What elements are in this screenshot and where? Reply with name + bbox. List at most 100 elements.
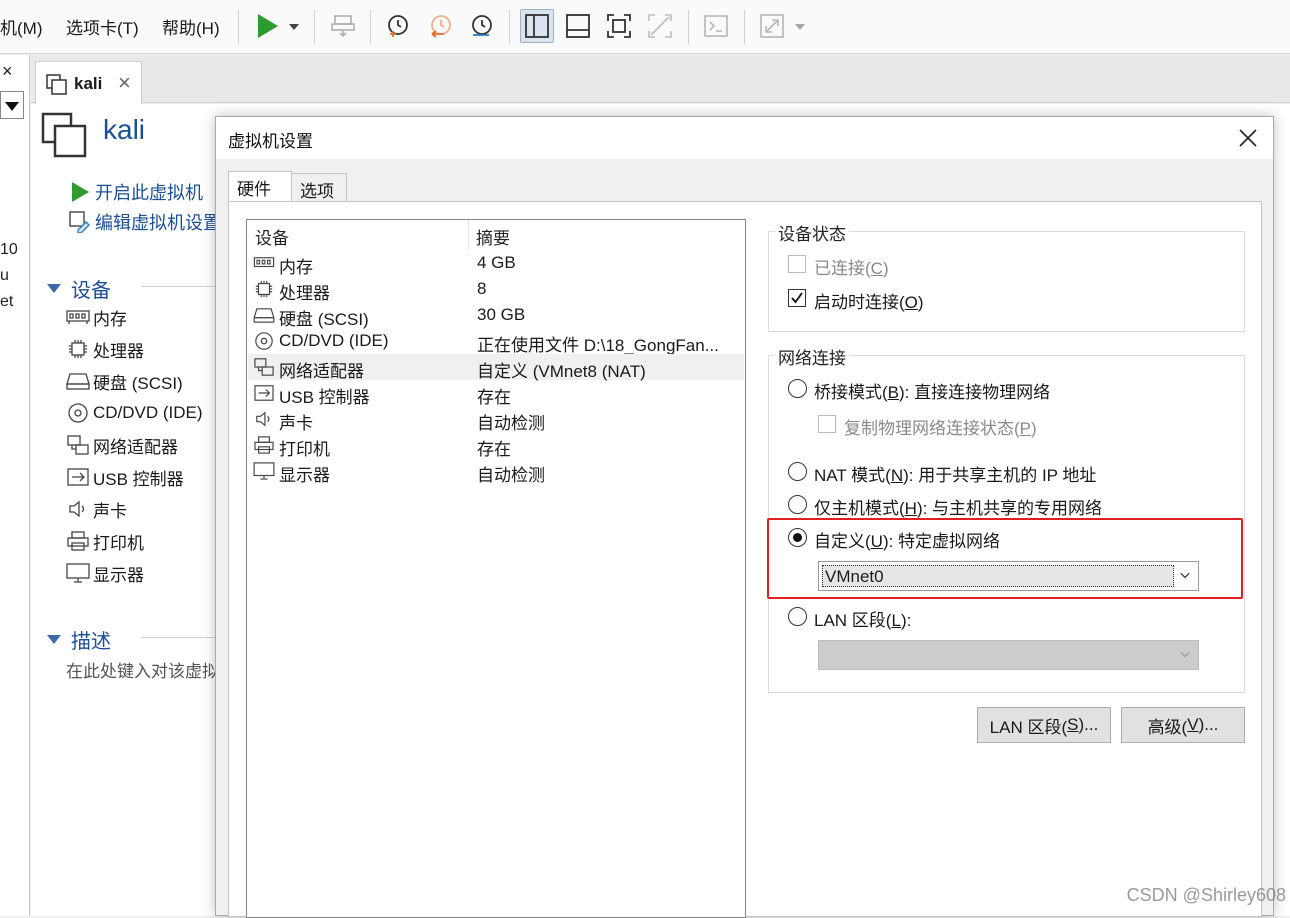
toolbar-separator	[314, 10, 315, 44]
play-icon[interactable]	[250, 9, 284, 43]
processor-icon	[255, 280, 273, 298]
device-item-processor[interactable]: 处理器	[65, 336, 144, 362]
snapshot-revert-icon[interactable]	[424, 9, 458, 43]
power-on-link[interactable]: 开启此虚拟机	[69, 179, 203, 205]
toolbar-separator	[509, 10, 510, 44]
play-dropdown-icon[interactable]	[289, 24, 299, 30]
view-library-icon[interactable]	[520, 9, 554, 43]
menu-vm[interactable]: 机(M)	[0, 14, 42, 39]
device-summary: 存在	[477, 440, 511, 459]
table-row[interactable]: 硬盘 (SCSI) 30 GB	[248, 302, 744, 329]
library-close-icon[interactable]: ×	[2, 61, 13, 82]
column-header-summary[interactable]: 摘要	[476, 224, 510, 249]
description-section-header[interactable]: 描述	[47, 625, 111, 654]
advanced-button[interactable]: 高级(V)...	[1121, 707, 1245, 743]
device-item-memory[interactable]: 内存	[65, 304, 127, 330]
memory-icon	[253, 257, 275, 268]
close-icon[interactable]	[1237, 127, 1259, 149]
library-dropdown[interactable]	[0, 91, 24, 119]
device-name: 内存	[279, 258, 313, 277]
tab-options-label: 选项	[300, 182, 334, 201]
menu-help[interactable]: 帮助(H)	[162, 14, 220, 39]
printer-icon	[67, 531, 89, 551]
dialog-title-bar: 虚拟机设置	[216, 117, 1273, 159]
collapse-icon	[47, 635, 61, 644]
devices-section-header[interactable]: 设备	[47, 274, 111, 303]
speaker-icon	[69, 500, 85, 518]
column-header-device[interactable]: 设备	[255, 224, 289, 249]
table-row[interactable]: USB 控制器 存在	[248, 380, 744, 407]
device-item-network-adapter[interactable]: 网络适配器	[65, 432, 178, 458]
lan-segment-select[interactable]	[818, 640, 1199, 670]
table-row[interactable]: 处理器 8	[248, 276, 744, 303]
device-item-cd-dvd[interactable]: CD/DVD (IDE)	[65, 400, 203, 426]
lan-segments-button[interactable]: LAN 区段(S)...	[977, 707, 1111, 743]
column-divider[interactable]	[468, 220, 469, 250]
view-thumbnail-icon[interactable]	[561, 9, 595, 43]
toolbar-separator	[238, 10, 239, 44]
connect-at-power-on-checkbox[interactable]	[788, 289, 806, 307]
memory-icon	[66, 310, 90, 324]
chevron-down-icon	[1180, 651, 1190, 658]
hard-disk-icon	[66, 373, 90, 390]
library-item-text: 10	[0, 241, 18, 258]
device-list[interactable]: 设备 摘要 内存 4 GB 处理器 8 硬盘 (SCSI) 30 GB CD/D…	[246, 219, 746, 918]
console-icon[interactable]	[699, 9, 733, 43]
network-connection-title: 网络连接	[775, 344, 849, 369]
table-row[interactable]: 内存 4 GB	[248, 250, 744, 277]
collapse-icon	[47, 284, 61, 293]
vm-icon	[46, 74, 67, 95]
connected-label: 已连接(C)	[814, 259, 889, 278]
device-item-hard-disk[interactable]: 硬盘 (SCSI)	[65, 368, 183, 394]
nat-radio[interactable]	[788, 462, 807, 481]
device-summary: 自定义 (VMnet8 (NAT)	[477, 362, 646, 381]
edit-settings-link[interactable]: 编辑虚拟机设置	[69, 209, 221, 235]
watermark: CSDN @Shirley608	[1126, 885, 1286, 905]
tab-close-icon[interactable]: ×	[118, 70, 131, 96]
tab-hardware[interactable]: 硬件	[228, 171, 292, 201]
host-only-label: 仅主机模式(H): 与主机共享的专用网络	[814, 499, 1103, 518]
tab-strip: kali ×	[31, 55, 1290, 105]
stretch-dropdown-icon[interactable]	[795, 24, 805, 30]
device-label: 网络适配器	[93, 437, 178, 457]
connect-at-power-on-label: 启动时连接(O)	[814, 293, 924, 312]
tab-kali[interactable]: kali ×	[35, 61, 142, 105]
device-summary: 30 GB	[477, 305, 526, 324]
device-status-group	[768, 231, 1245, 332]
device-item-display[interactable]: 显示器	[65, 560, 144, 586]
hard-disk-icon	[253, 308, 275, 323]
replicate-state-checkbox[interactable]	[818, 415, 836, 433]
table-row[interactable]: CD/DVD (IDE) 正在使用文件 D:\18_GongFan...	[248, 328, 744, 355]
connected-checkbox[interactable]	[788, 255, 806, 273]
device-summary: 自动检测	[477, 414, 545, 433]
cd-dvd-icon	[255, 332, 273, 350]
table-row[interactable]: 显示器 自动检测	[248, 458, 744, 485]
description-field[interactable]: 在此处键入对该虚拟	[66, 657, 219, 682]
device-label: 硬盘 (SCSI)	[93, 373, 183, 393]
printer-icon	[254, 436, 274, 454]
table-row[interactable]: 打印机 存在	[248, 432, 744, 459]
unity-icon[interactable]	[643, 9, 677, 43]
lan-segment-radio[interactable]	[788, 607, 807, 626]
host-only-radio[interactable]	[788, 495, 807, 514]
tab-hardware-label: 硬件	[237, 180, 271, 199]
power-on-label: 开启此虚拟机	[95, 183, 203, 203]
send-keys-icon[interactable]	[326, 9, 360, 43]
description-section-title: 描述	[71, 631, 111, 653]
network-adapter-icon	[67, 435, 89, 455]
snapshot-manager-icon[interactable]	[465, 9, 499, 43]
full-screen-icon[interactable]	[602, 9, 636, 43]
bridged-radio[interactable]	[788, 379, 807, 398]
device-item-printer[interactable]: 打印机	[65, 528, 144, 554]
device-item-usb-controller[interactable]: USB 控制器	[65, 464, 184, 490]
device-name: 处理器	[279, 284, 330, 303]
stretch-icon[interactable]	[755, 9, 789, 43]
snapshot-take-icon[interactable]	[381, 9, 415, 43]
table-row[interactable]: 声卡 自动检测	[248, 406, 744, 433]
device-item-sound-card[interactable]: 声卡	[65, 496, 127, 522]
tab-options[interactable]: 选项	[291, 173, 347, 201]
edit-settings-label: 编辑虚拟机设置	[95, 213, 221, 233]
toolbar-separator	[688, 10, 689, 44]
table-row-selected[interactable]: 网络适配器 自定义 (VMnet8 (NAT)	[248, 354, 744, 381]
menu-tabs[interactable]: 选项卡(T)	[66, 14, 139, 39]
